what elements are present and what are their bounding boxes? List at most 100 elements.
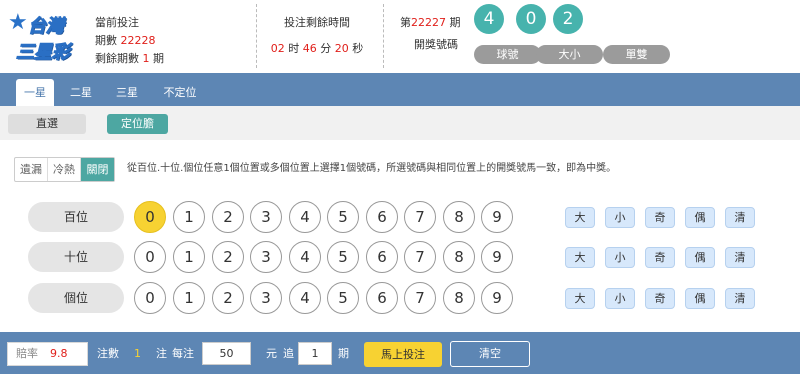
quick-pick-button[interactable]: 小 (605, 288, 635, 309)
draw-suffix: 期 (449, 16, 461, 29)
toggle-missing[interactable]: 遺漏 (15, 158, 48, 181)
number-ball[interactable]: 4 (289, 241, 321, 273)
quick-pick-button[interactable]: 小 (605, 207, 635, 228)
remaining-unit: 期 (153, 52, 164, 65)
place-bet-button[interactable]: 馬上投注 (364, 342, 442, 367)
chase-label: 追 (283, 347, 294, 360)
row-label: 個位 (28, 283, 124, 313)
odds-value: 9.8 (50, 347, 68, 360)
result-tab-size[interactable]: 大小 (536, 45, 603, 64)
subtab-position[interactable]: 定位膽 (107, 114, 168, 134)
number-ball[interactable]: 1 (173, 201, 205, 233)
number-ball[interactable]: 7 (404, 201, 436, 233)
number-ball[interactable]: 5 (327, 282, 359, 314)
per-bet-input[interactable]: 50 (202, 342, 251, 365)
seconds-unit: 秒 (352, 42, 364, 55)
number-ball[interactable]: 8 (443, 201, 475, 233)
header: ★ 台灣 三星彩 當前投注 期數 22228 剩餘期數 1 期 投注剩餘時間 0… (0, 0, 800, 73)
number-ball[interactable]: 3 (250, 201, 282, 233)
minutes-unit: 分 (320, 42, 332, 55)
divider (256, 4, 257, 68)
number-ball[interactable]: 1 (173, 241, 205, 273)
quick-pick-button[interactable]: 清 (725, 207, 755, 228)
number-ball[interactable]: 2 (212, 282, 244, 314)
tab-one-star[interactable]: 一星 (16, 79, 54, 106)
bet-footer: 賠率 9.8 注數 1 注 每注 50 元 追 1 期 馬上投注 清空 (0, 332, 800, 374)
quick-pick-button[interactable]: 奇 (645, 288, 675, 309)
number-ball[interactable]: 5 (327, 241, 359, 273)
number-ball[interactable]: 4 (289, 201, 321, 233)
countdown: 投注剩餘時間 02 时 46 分 20 秒 (262, 14, 372, 58)
quick-pick-button[interactable]: 偶 (685, 288, 715, 309)
draw-prefix: 第 (400, 16, 411, 29)
quick-pick-button[interactable]: 小 (605, 247, 635, 268)
quick-pick-button[interactable]: 大 (565, 247, 595, 268)
number-ball[interactable]: 0 (134, 201, 166, 233)
number-ball[interactable]: 8 (443, 241, 475, 273)
countdown-minutes: 46 (302, 42, 317, 55)
clear-button[interactable]: 清空 (450, 341, 530, 367)
period-label: 期數 (95, 34, 117, 47)
quick-pick-button[interactable]: 大 (565, 207, 595, 228)
tab-two-star[interactable]: 二星 (64, 79, 98, 106)
subtab-direct[interactable]: 直選 (8, 114, 86, 134)
result-ball: 0 (516, 4, 546, 34)
quick-pick-button[interactable]: 清 (725, 288, 755, 309)
number-ball[interactable]: 0 (134, 282, 166, 314)
number-ball[interactable]: 9 (481, 241, 513, 273)
number-ball[interactable]: 9 (481, 201, 513, 233)
number-ball[interactable]: 2 (212, 241, 244, 273)
number-ball[interactable]: 6 (366, 241, 398, 273)
number-ball[interactable]: 8 (443, 282, 475, 314)
logo-line-2: 三星彩 (16, 42, 71, 64)
countdown-title: 投注剩餘時間 (284, 16, 350, 29)
remaining-count: 1 (142, 52, 150, 65)
quick-pick-button[interactable]: 偶 (685, 207, 715, 228)
tab-three-star[interactable]: 三星 (110, 79, 144, 106)
draw-numbers-label: 開獎號碼 (414, 38, 458, 51)
countdown-hours: 02 (270, 42, 285, 55)
row-label: 十位 (28, 242, 124, 272)
countdown-seconds: 20 (334, 42, 349, 55)
last-draw-period: 22227 (411, 16, 446, 29)
quick-pick-button[interactable]: 奇 (645, 247, 675, 268)
quick-pick-button[interactable]: 奇 (645, 207, 675, 228)
number-ball[interactable]: 7 (404, 282, 436, 314)
odds-box: 賠率 9.8 (7, 342, 88, 366)
number-ball[interactable]: 6 (366, 282, 398, 314)
count-unit: 注 (156, 347, 167, 360)
number-ball[interactable]: 1 (173, 282, 205, 314)
result-tab-parity[interactable]: 單雙 (603, 45, 670, 64)
number-ball[interactable]: 7 (404, 241, 436, 273)
current-period: 22228 (120, 34, 156, 47)
number-ball[interactable]: 3 (250, 241, 282, 273)
tab-unpositioned[interactable]: 不定位 (156, 79, 204, 106)
logo: ★ 台灣 三星彩 (6, 8, 78, 64)
quick-pick-button[interactable]: 大 (565, 288, 595, 309)
hours-unit: 时 (288, 42, 300, 55)
number-ball[interactable]: 0 (134, 241, 166, 273)
count-label: 注數 (97, 347, 119, 360)
number-ball[interactable]: 5 (327, 201, 359, 233)
remaining-label: 剩餘期數 (95, 52, 139, 65)
play-type-nav: 一星 二星 三星 不定位 (0, 73, 800, 106)
number-ball[interactable]: 6 (366, 201, 398, 233)
result-tab-number[interactable]: 球號 (474, 45, 541, 64)
quick-pick-button[interactable]: 偶 (685, 247, 715, 268)
chase-input[interactable]: 1 (298, 342, 332, 365)
divider (383, 4, 384, 68)
number-ball[interactable]: 9 (481, 282, 513, 314)
current-bet-title: 當前投注 (95, 16, 139, 29)
quick-pick-button[interactable]: 清 (725, 247, 755, 268)
odds-label: 賠率 (16, 347, 38, 360)
number-ball[interactable]: 3 (250, 282, 282, 314)
per-bet-label: 每注 (172, 347, 194, 360)
number-ball[interactable]: 2 (212, 201, 244, 233)
logo-line-1: 台灣 (28, 16, 65, 38)
sub-nav: 直選 定位膽 (0, 106, 800, 140)
toggle-off[interactable]: 關閉 (81, 158, 114, 181)
number-ball[interactable]: 4 (289, 282, 321, 314)
stats-toggle: 遺漏 冷熱 關閉 (14, 157, 115, 182)
star-icon: ★ (8, 10, 28, 35)
toggle-hot-cold[interactable]: 冷熱 (48, 158, 81, 181)
